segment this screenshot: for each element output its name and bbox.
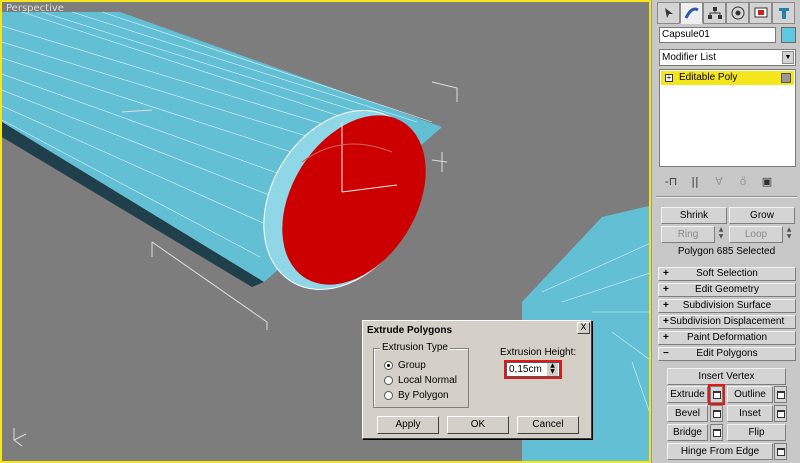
settings-window-icon [712, 390, 721, 399]
configure-modifier-sets-icon[interactable]: ▣ [758, 173, 776, 189]
pin-stack-icon[interactable]: -⊓ [662, 173, 680, 189]
ring-button[interactable]: Ring [661, 226, 715, 243]
radio-local-normal[interactable]: Local Normal [382, 374, 457, 387]
rollout-label: Edit Geometry [695, 284, 759, 295]
stack-item-label: Editable Poly [679, 72, 738, 83]
hierarchy-icon[interactable] [703, 2, 726, 24]
expand-icon[interactable]: + [665, 74, 673, 82]
hinge-settings-button[interactable] [774, 443, 787, 460]
radio-icon [384, 391, 393, 400]
modify-icon[interactable] [680, 2, 703, 24]
expand-icon: + [663, 268, 669, 279]
radio-label: Group [398, 360, 426, 371]
rollout-label: Paint Deformation [686, 332, 768, 343]
ok-button[interactable]: OK [447, 416, 509, 434]
rollout-subdivision-surface[interactable]: + Subdivision Surface [658, 299, 796, 313]
shrink-button[interactable]: Shrink [661, 207, 727, 224]
radio-group[interactable]: Group [382, 359, 426, 372]
rollout-edit-polygons[interactable]: − Edit Polygons [658, 347, 796, 361]
viewport-label[interactable]: Perspective [6, 3, 64, 14]
stack-item-toggle-icon[interactable] [781, 73, 791, 83]
motion-icon[interactable] [726, 2, 749, 24]
modifier-stack[interactable]: + Editable Poly [659, 69, 796, 167]
extrusion-height-spinner-icon[interactable]: ▲ ▼ [547, 363, 558, 376]
ring-spinner-icon[interactable]: ▲ ▼ [716, 226, 726, 243]
rollout-soft-selection[interactable]: + Soft Selection [658, 267, 796, 281]
show-end-result-icon[interactable]: || [686, 173, 704, 189]
settings-window-icon [776, 409, 785, 418]
extrude-button[interactable]: Extrude [667, 386, 708, 403]
insert-vertex-button[interactable]: Insert Vertex [667, 368, 786, 385]
bevel-settings-button[interactable] [710, 405, 723, 422]
flip-button[interactable]: Flip [727, 424, 786, 441]
settings-window-icon [776, 390, 785, 399]
display-icon[interactable] [749, 2, 772, 24]
bevel-button[interactable]: Bevel [667, 405, 708, 422]
stack-item-editable-poly[interactable]: + Editable Poly [661, 71, 794, 85]
object-name-field[interactable]: Capsule01 [659, 27, 776, 43]
rollout-label: Subdivision Surface [682, 300, 772, 311]
radio-label: By Polygon [398, 390, 449, 401]
make-unique-icon[interactable]: ∀ [710, 173, 728, 189]
divider [656, 196, 797, 198]
settings-window-icon [712, 409, 721, 418]
bridge-button[interactable]: Bridge [667, 424, 708, 441]
object-color-swatch[interactable] [781, 27, 796, 43]
command-panel: Capsule01 Modifier List ▼ + Editable Pol… [651, 0, 800, 463]
extrusion-height-label: Extrusion Height: [500, 347, 577, 358]
expand-icon: + [663, 284, 669, 295]
group-title: Extrusion Type [380, 342, 450, 353]
rollout-subdivision-displacement[interactable]: + Subdivision Displacement [658, 315, 796, 329]
radio-icon [384, 361, 393, 370]
outline-button[interactable]: Outline [727, 386, 773, 403]
loop-button[interactable]: Loop [729, 226, 783, 243]
loop-spinner-icon[interactable]: ▲ ▼ [784, 226, 794, 243]
rollout-paint-deformation[interactable]: + Paint Deformation [658, 331, 796, 345]
selection-info: Polygon 685 Selected [677, 246, 776, 257]
outline-settings-button[interactable] [774, 386, 787, 403]
inset-button[interactable]: Inset [727, 405, 773, 422]
create-icon[interactable] [657, 2, 680, 24]
grow-button[interactable]: Grow [729, 207, 795, 224]
rollout-edit-geometry[interactable]: + Edit Geometry [658, 283, 796, 297]
cancel-button[interactable]: Cancel [517, 416, 579, 434]
panel-tabs [657, 2, 795, 24]
extrude-settings-button[interactable] [708, 384, 725, 405]
remove-modifier-icon[interactable]: ő [734, 173, 752, 189]
rollout-label: Edit Polygons [696, 348, 758, 359]
rollout-label: Subdivision Displacement [669, 316, 785, 327]
rollout-label: Soft Selection [696, 268, 758, 279]
apply-button[interactable]: Apply [377, 416, 439, 434]
extrusion-type-group: Extrusion Type Group Local Normal By Pol… [373, 342, 469, 408]
modifier-list-label: Modifier List [662, 52, 716, 63]
close-icon[interactable]: X [577, 322, 590, 334]
radio-label: Local Normal [398, 375, 457, 386]
dialog-title: Extrude Polygons [365, 323, 589, 338]
expand-icon: + [663, 300, 669, 311]
chevron-down-icon[interactable]: ▼ [782, 51, 794, 64]
radio-by-polygon[interactable]: By Polygon [382, 389, 449, 402]
inset-settings-button[interactable] [774, 405, 787, 422]
utilities-icon[interactable] [772, 2, 795, 24]
bridge-settings-button[interactable] [710, 424, 723, 441]
expand-icon: + [663, 332, 669, 343]
hinge-from-edge-button[interactable]: Hinge From Edge [667, 443, 773, 460]
radio-icon [384, 376, 393, 385]
collapse-icon: − [663, 348, 669, 359]
stack-toolbar: -⊓ || ∀ ő ▣ [662, 172, 792, 190]
extrude-polygons-dialog: Extrude Polygons X Extrusion Type Group … [362, 320, 592, 439]
settings-window-icon [712, 428, 721, 437]
expand-icon: + [663, 316, 669, 327]
modifier-list-dropdown[interactable]: Modifier List ▼ [659, 49, 796, 66]
settings-window-icon [776, 447, 785, 456]
